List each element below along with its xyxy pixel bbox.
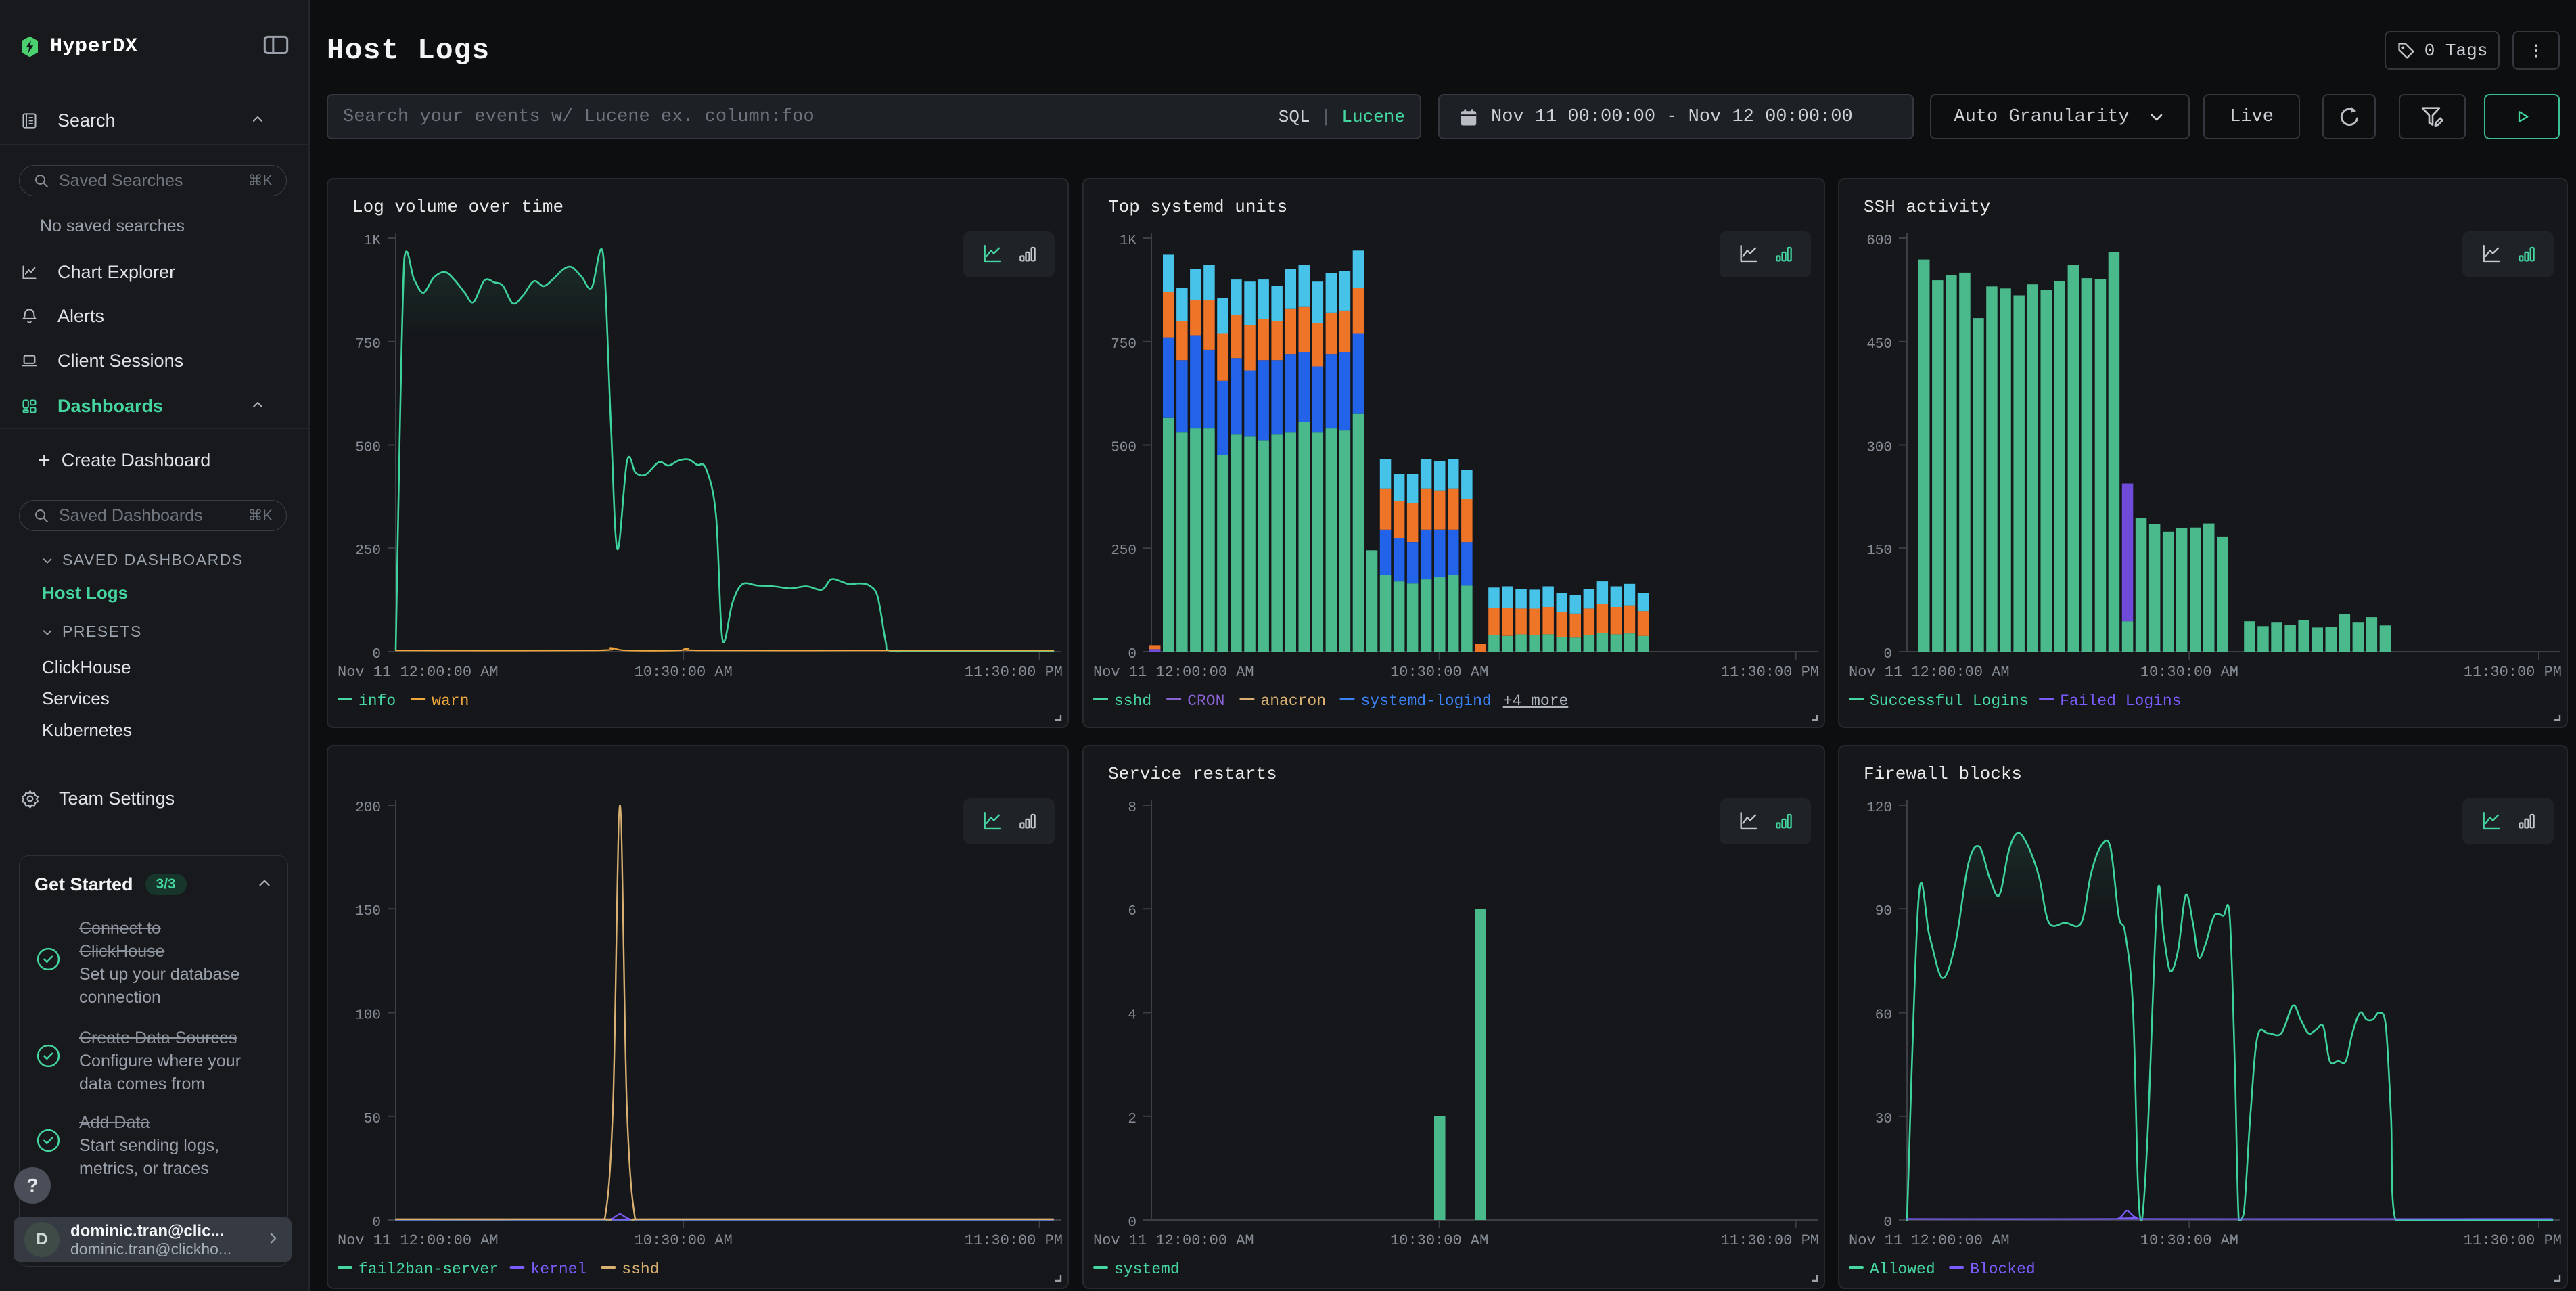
svg-text:Failed Logins: Failed Logins bbox=[2060, 692, 2181, 710]
svg-text:0: 0 bbox=[372, 1215, 381, 1231]
svg-text:Nov 11 12:00:00 AM: Nov 11 12:00:00 AM bbox=[1849, 1232, 2010, 1249]
svg-text:Successful Logins: Successful Logins bbox=[1870, 692, 2029, 710]
svg-text:0: 0 bbox=[1128, 1215, 1136, 1231]
svg-text:2: 2 bbox=[1128, 1112, 1136, 1127]
svg-text:10:30:00 AM: 10:30:00 AM bbox=[635, 1232, 733, 1249]
svg-text:systemd: systemd bbox=[1114, 1261, 1180, 1278]
svg-text:100: 100 bbox=[355, 1008, 381, 1024]
svg-text:Blocked: Blocked bbox=[1970, 1261, 2036, 1278]
svg-text:600: 600 bbox=[1866, 233, 1892, 249]
svg-text:250: 250 bbox=[1111, 543, 1136, 559]
svg-text:CRON: CRON bbox=[1187, 692, 1224, 710]
svg-text:0: 0 bbox=[1128, 647, 1136, 662]
svg-text:11:30:00 PM: 11:30:00 PM bbox=[2464, 1232, 2562, 1249]
svg-text:11:30:00 PM: 11:30:00 PM bbox=[1721, 664, 1819, 681]
svg-text:4: 4 bbox=[1128, 1008, 1136, 1024]
svg-text:50: 50 bbox=[364, 1112, 381, 1127]
svg-text:11:30:00 PM: 11:30:00 PM bbox=[965, 1232, 1063, 1249]
svg-text:Nov 11 12:00:00 AM: Nov 11 12:00:00 AM bbox=[338, 1232, 499, 1249]
svg-text:200: 200 bbox=[355, 800, 381, 816]
svg-text:info: info bbox=[359, 692, 396, 710]
svg-text:warn: warn bbox=[432, 692, 469, 710]
svg-text:+4 more: +4 more bbox=[1503, 692, 1569, 710]
svg-text:kernel: kernel bbox=[531, 1261, 587, 1278]
svg-text:500: 500 bbox=[1111, 440, 1136, 456]
svg-text:120: 120 bbox=[1866, 800, 1892, 816]
svg-text:450: 450 bbox=[1866, 337, 1892, 353]
svg-text:6: 6 bbox=[1128, 904, 1136, 920]
svg-text:30: 30 bbox=[1875, 1112, 1892, 1127]
svg-text:anacron: anacron bbox=[1260, 692, 1326, 710]
svg-text:90: 90 bbox=[1875, 904, 1892, 920]
svg-text:300: 300 bbox=[1866, 440, 1892, 456]
svg-text:fail2ban-server: fail2ban-server bbox=[359, 1261, 499, 1278]
svg-text:10:30:00 AM: 10:30:00 AM bbox=[1390, 664, 1488, 681]
svg-text:500: 500 bbox=[355, 440, 381, 456]
svg-text:1K: 1K bbox=[1120, 233, 1137, 249]
svg-text:0: 0 bbox=[372, 647, 381, 662]
svg-text:Nov 11 12:00:00 AM: Nov 11 12:00:00 AM bbox=[1093, 1232, 1254, 1249]
svg-text:150: 150 bbox=[1866, 543, 1892, 559]
svg-text:60: 60 bbox=[1875, 1008, 1892, 1024]
svg-text:250: 250 bbox=[355, 543, 381, 559]
svg-text:10:30:00 AM: 10:30:00 AM bbox=[2140, 1232, 2238, 1249]
svg-text:8: 8 bbox=[1128, 800, 1136, 816]
svg-text:150: 150 bbox=[355, 904, 381, 920]
svg-text:Nov 11 12:00:00 AM: Nov 11 12:00:00 AM bbox=[1849, 664, 2010, 681]
svg-text:0: 0 bbox=[1883, 1215, 1892, 1231]
svg-text:sshd: sshd bbox=[622, 1261, 659, 1278]
svg-text:10:30:00 AM: 10:30:00 AM bbox=[2140, 664, 2238, 681]
svg-text:Allowed: Allowed bbox=[1870, 1261, 1935, 1278]
svg-text:10:30:00 AM: 10:30:00 AM bbox=[635, 664, 733, 681]
svg-text:10:30:00 AM: 10:30:00 AM bbox=[1390, 1232, 1488, 1249]
svg-text:750: 750 bbox=[355, 337, 381, 353]
svg-text:1K: 1K bbox=[364, 233, 382, 249]
svg-text:11:30:00 PM: 11:30:00 PM bbox=[2464, 664, 2562, 681]
svg-text:750: 750 bbox=[1111, 337, 1136, 353]
svg-text:11:30:00 PM: 11:30:00 PM bbox=[1721, 1232, 1819, 1249]
svg-text:0: 0 bbox=[1883, 647, 1892, 662]
svg-text:sshd: sshd bbox=[1114, 692, 1151, 710]
svg-text:Nov 11 12:00:00 AM: Nov 11 12:00:00 AM bbox=[1093, 664, 1254, 681]
svg-text:systemd-logind: systemd-logind bbox=[1361, 692, 1492, 710]
svg-text:Nov 11 12:00:00 AM: Nov 11 12:00:00 AM bbox=[338, 664, 499, 681]
svg-text:11:30:00 PM: 11:30:00 PM bbox=[965, 664, 1063, 681]
